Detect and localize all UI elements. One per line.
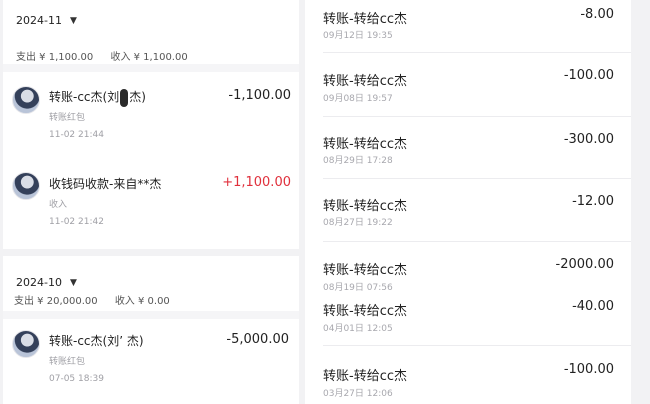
item-title: 转账-转给cc杰 [323,137,407,152]
item-title: 转账-转给cc杰 [323,369,407,384]
item-title: 转账-转给cc杰 [323,199,407,214]
row-divider [323,241,631,242]
redaction-mark [120,88,129,107]
transaction-time: 07-05 18:39 [49,374,104,384]
item-amount: -2000.00 [555,257,614,272]
row-divider [323,52,631,53]
item-title: 转账-转给cc杰 [323,263,407,278]
month-summary: 支出 ¥ 1,100.00 收入 ¥ 1,100.00 [16,48,188,63]
summary-income: 收入 ¥ 1,100.00 [110,52,188,63]
item-amount: -100.00 [563,68,614,83]
row-divider [323,178,631,179]
item-title: 转账-转给cc杰 [323,74,407,89]
item-amount: -100.00 [563,362,614,377]
transaction-amount: -5,000.00 [226,332,289,347]
summary-expense: 支出 ¥ 20,000.00 [14,296,98,307]
month-card-2024-10: 2024-10 ▼ 支出 ¥ 20,000.00 收入 ¥ 0.00 转账-cc… [3,256,299,404]
item-date: 03月27日 12:06 [323,389,393,399]
transaction-amount: -1,100.00 [228,88,291,103]
caret-down-icon[interactable]: ▼ [70,16,77,26]
row-divider [323,345,631,346]
month-selector[interactable]: 2024-10 ▼ [16,276,77,289]
summary-expense: 支出 ¥ 1,100.00 [16,52,94,63]
transaction-type: 收入 [49,200,68,210]
item-amount: -12.00 [572,194,614,209]
avatar [12,86,40,114]
transaction-time: 11-02 21:44 [49,130,104,140]
summary-income: 收入 ¥ 0.00 [114,296,170,307]
item-title: 转账-转给cc杰 [323,12,407,27]
item-date: 09月08日 19:57 [323,94,393,104]
transaction-title: 转账-cc杰(刘 杰) [49,88,146,107]
avatar [12,172,40,200]
item-date: 08月27日 19:22 [323,218,393,228]
transaction-title: 转账-cc杰(刘’ 杰) [49,334,144,348]
divider [3,311,299,319]
month-card-2024-11: 2024-11 ▼ 支出 ¥ 1,100.00 收入 ¥ 1,100.00 转账… [3,0,299,249]
divider [3,64,299,72]
transaction-title: 收钱码收款-来自**杰 [49,177,162,191]
item-amount: -300.00 [563,132,614,147]
transaction-time: 11-02 21:42 [49,217,104,227]
item-amount: -40.00 [572,299,614,314]
month-label: 2024-11 [16,14,62,27]
transaction-type: 转账红包 [49,113,86,123]
item-title: 转账-转给cc杰 [323,304,407,319]
item-date: 08月19日 07:56 [323,283,393,293]
item-amount: -8.00 [580,7,614,22]
row-divider [323,116,631,117]
transaction-type: 转账红包 [49,357,86,367]
caret-down-icon[interactable]: ▼ [70,278,77,288]
month-label: 2024-10 [16,276,62,289]
transfer-list: 转账-转给cc杰 09月12日 19:35 -8.00 转账-转给cc杰 09月… [305,0,631,404]
transaction-amount: +1,100.00 [222,175,291,190]
item-date: 09月12日 19:35 [323,31,393,41]
month-summary: 支出 ¥ 20,000.00 收入 ¥ 0.00 [14,292,170,307]
avatar [12,330,40,358]
item-date: 08月29日 17:28 [323,156,393,166]
month-selector[interactable]: 2024-11 ▼ [16,14,77,27]
item-date: 04月01日 12:05 [323,324,393,334]
